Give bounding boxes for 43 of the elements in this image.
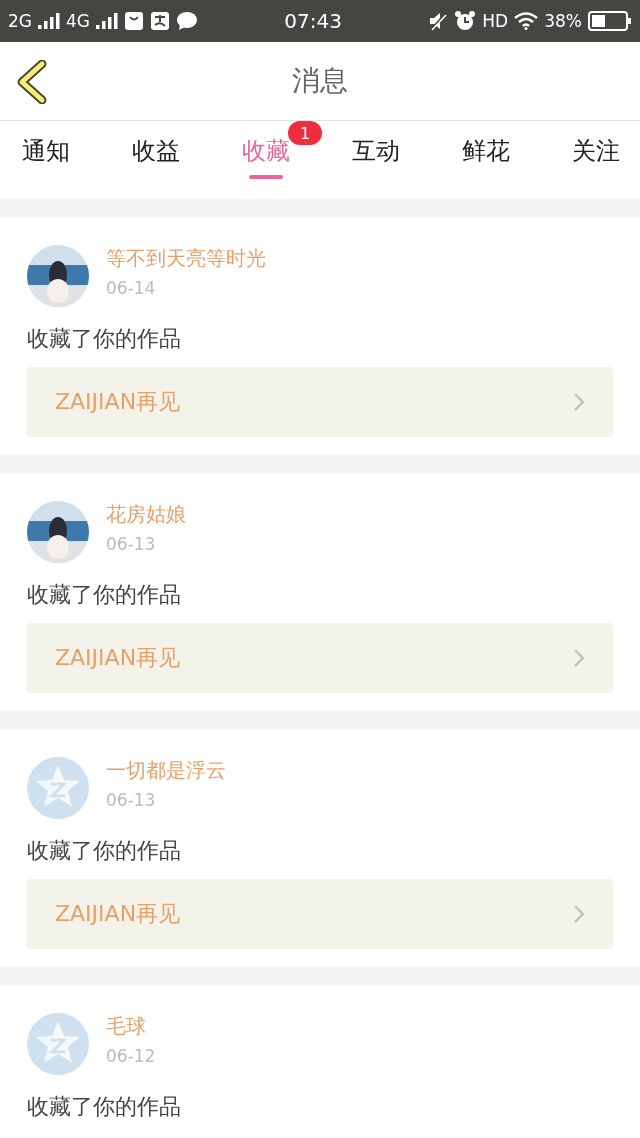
user-name[interactable]: 毛球	[106, 1013, 156, 1040]
back-icon[interactable]	[16, 60, 48, 104]
tab[interactable]: 收藏 1	[212, 121, 320, 199]
message-date: 06-13	[106, 534, 157, 554]
user-name[interactable]: 花房姑娘	[106, 501, 186, 528]
alarm-icon	[454, 10, 477, 32]
hd-label: HD	[482, 11, 509, 31]
chevron-icon	[573, 392, 585, 412]
avatar-icon	[27, 757, 89, 819]
battery-percent: 38%	[544, 11, 582, 31]
chevron-icon	[573, 648, 585, 668]
message-text: 收藏了你的作品	[27, 583, 182, 607]
message-date: 06-14	[106, 278, 157, 298]
work-link[interactable]: ZAIJIAN再见	[27, 623, 613, 693]
work-link[interactable]: ZAIJIAN再见	[27, 879, 613, 949]
message-date: 06-12	[106, 1046, 156, 1066]
bag-icon	[124, 11, 144, 31]
page-title: 消息	[292, 63, 348, 99]
tab[interactable]: 收益	[102, 121, 210, 199]
tab[interactable]: 关注	[542, 121, 640, 199]
count-badge: 1	[288, 121, 322, 145]
tab[interactable]: 鲜花	[432, 121, 540, 199]
chevron-icon	[573, 904, 585, 924]
avatar-icon	[27, 1013, 89, 1075]
signal-icon	[96, 13, 118, 29]
wifi-icon	[514, 12, 539, 30]
mute-icon	[428, 11, 449, 31]
message-text: 收藏了你的作品	[27, 327, 182, 351]
tab[interactable]: 互动	[322, 121, 430, 199]
battery-icon	[588, 11, 632, 31]
app-icon	[150, 11, 170, 31]
message-text: 收藏了你的作品	[27, 1095, 182, 1119]
chat-icon	[176, 11, 198, 31]
clock-time: 07:43	[284, 9, 342, 33]
tab[interactable]: 通知	[0, 121, 100, 199]
user-name[interactable]: 等不到天亮等时光	[106, 245, 266, 272]
work-link[interactable]: ZAIJIAN再见	[27, 367, 613, 437]
network-label: 2G	[8, 11, 32, 31]
network-label: 4G	[66, 11, 90, 31]
message-date: 06-13	[106, 790, 157, 810]
user-name[interactable]: 一切都是浮云	[106, 757, 226, 784]
signal-icon	[38, 13, 60, 29]
message-text: 收藏了你的作品	[27, 839, 182, 863]
